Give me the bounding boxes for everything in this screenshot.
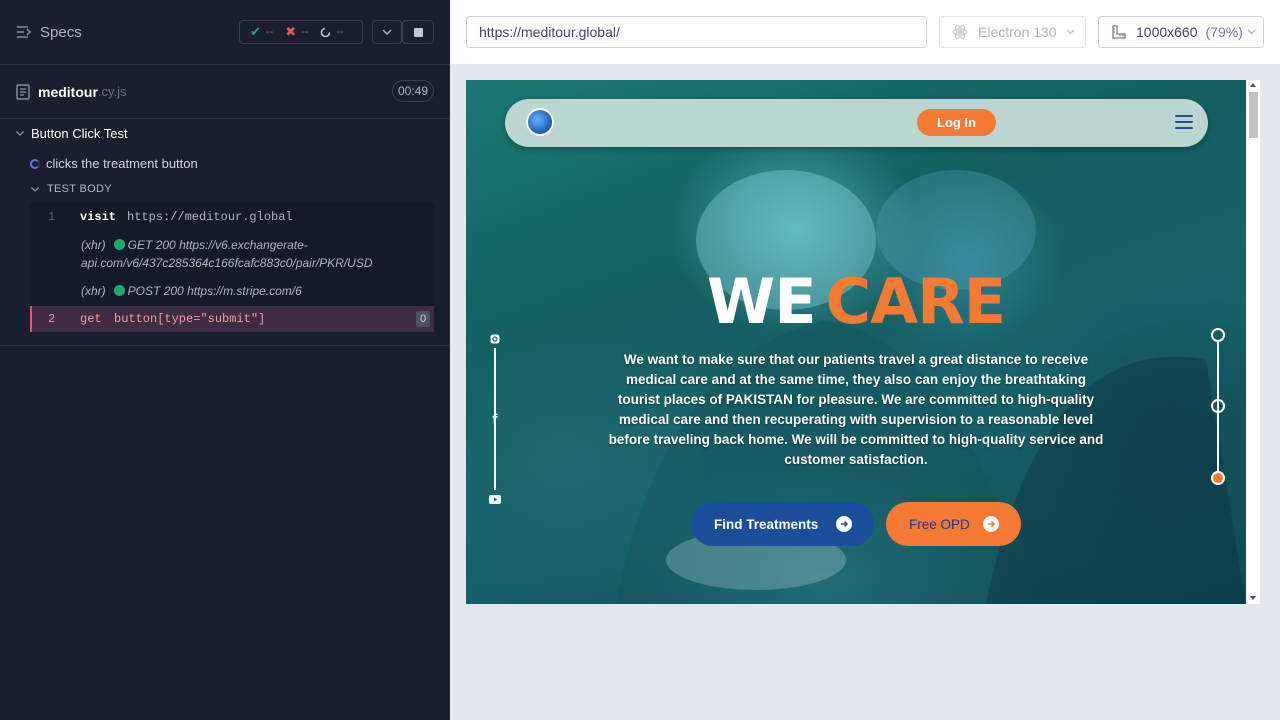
suite-row[interactable]: Button Click Test <box>16 126 128 141</box>
test-body-label: TEST BODY <box>47 183 112 195</box>
site-logo[interactable] <box>526 108 554 136</box>
chevron-down-icon <box>1066 29 1075 35</box>
status-dot-icon <box>113 285 125 296</box>
command-number: 2 <box>48 312 56 326</box>
stop-icon <box>413 27 423 37</box>
chevron-down-icon <box>1247 29 1256 35</box>
slide-dot-3[interactable] <box>1211 471 1225 485</box>
site-navbar: Log In <box>505 99 1208 147</box>
x-icon: ✖ <box>285 24 297 39</box>
arrow-right-icon <box>836 516 852 532</box>
zoom-level: (79%) <box>1205 24 1243 40</box>
running-icon <box>30 158 40 169</box>
suite-title: Button Click Test <box>31 126 128 141</box>
failed-stat: ✖ -- <box>285 24 309 39</box>
url-bar[interactable]: https://meditour.global/ <box>466 16 927 48</box>
browser-toolbar: https://meditour.global/ Electron 130 10… <box>450 0 1280 64</box>
scroll-thumb[interactable] <box>1249 92 1258 138</box>
spinner-icon <box>320 27 331 38</box>
website-viewport: Log In f WE CARE We want to make sure tha… <box>466 80 1246 604</box>
hero-title: WE CARE <box>466 266 1246 338</box>
test-body-header[interactable]: TEST BODY <box>31 183 112 195</box>
passed-stat: ✔ -- <box>250 24 274 39</box>
auto-scroll-toggle[interactable] <box>372 20 402 44</box>
login-button[interactable]: Log In <box>917 109 996 136</box>
slide-dot-2[interactable] <box>1211 399 1225 413</box>
specs-list-icon[interactable] <box>16 25 32 39</box>
app-preview: https://meditour.global/ Electron 130 10… <box>450 0 1280 720</box>
scroll-up-icon[interactable] <box>1250 83 1256 87</box>
command-arg: https://meditour.global <box>127 210 293 224</box>
chevron-down-icon <box>382 29 392 35</box>
browser-selector[interactable]: Electron 130 <box>939 16 1086 48</box>
arrow-right-icon <box>983 516 999 532</box>
element-count-badge: 0 <box>416 311 430 327</box>
pending-stat: -- <box>320 26 344 38</box>
scroll-down-icon[interactable] <box>1250 596 1256 600</box>
spec-file-row: meditour .cy.js 00:49 <box>0 65 450 119</box>
command-number: 1 <box>48 210 56 224</box>
ruler-icon <box>1111 24 1127 40</box>
duration-badge: 00:49 <box>392 80 434 102</box>
check-icon: ✔ <box>250 24 261 39</box>
test-title: clicks the treatment button <box>46 156 198 171</box>
spec-file-ext: .cy.js <box>97 84 127 99</box>
file-icon <box>16 83 30 100</box>
test-row[interactable]: clicks the treatment button <box>30 156 198 171</box>
specs-label[interactable]: Specs <box>40 24 82 41</box>
find-treatments-button[interactable]: Find Treatments <box>691 502 874 546</box>
viewport-size: 1000x660 <box>1136 24 1198 40</box>
facebook-icon[interactable]: f <box>488 412 502 426</box>
test-runner-panel: Specs ✔ -- ✖ -- -- meditour .cy.js 00:49 <box>0 0 450 720</box>
status-dot-icon <box>113 239 125 250</box>
viewport-selector[interactable]: 1000x660 (79%) <box>1098 16 1264 48</box>
hero-title-care: CARE <box>825 265 1007 338</box>
chevron-down-icon <box>16 131 24 136</box>
spec-file-name: meditour <box>38 83 98 100</box>
chevron-down-icon <box>31 186 39 192</box>
xhr-row[interactable]: (xhr) GET 200 https://v6.exchangerate- ap… <box>81 236 373 272</box>
free-opd-button[interactable]: Free OPD <box>886 502 1021 546</box>
viewport-scrollbar[interactable] <box>1246 80 1260 604</box>
command-name: get <box>80 312 102 326</box>
command-arg: button[type="submit"] <box>114 312 266 326</box>
hero-description: We want to make sure that our patients t… <box>608 352 1104 467</box>
divider <box>0 345 450 346</box>
command-row-failing[interactable]: 2 get button[type="submit"] 0 <box>30 306 434 332</box>
test-stats: ✔ -- ✖ -- -- <box>239 20 363 44</box>
xhr-row[interactable]: (xhr) POST 200 https://m.stripe.com/6 <box>81 282 302 300</box>
hero-title-we: WE <box>706 265 817 338</box>
menu-icon[interactable] <box>1175 115 1193 131</box>
youtube-icon[interactable] <box>488 492 502 506</box>
browser-name: Electron 130 <box>978 24 1057 40</box>
slide-dot-1[interactable] <box>1211 328 1225 342</box>
electron-icon <box>952 24 968 40</box>
command-name: visit <box>80 210 117 224</box>
stop-button[interactable] <box>402 20 434 44</box>
